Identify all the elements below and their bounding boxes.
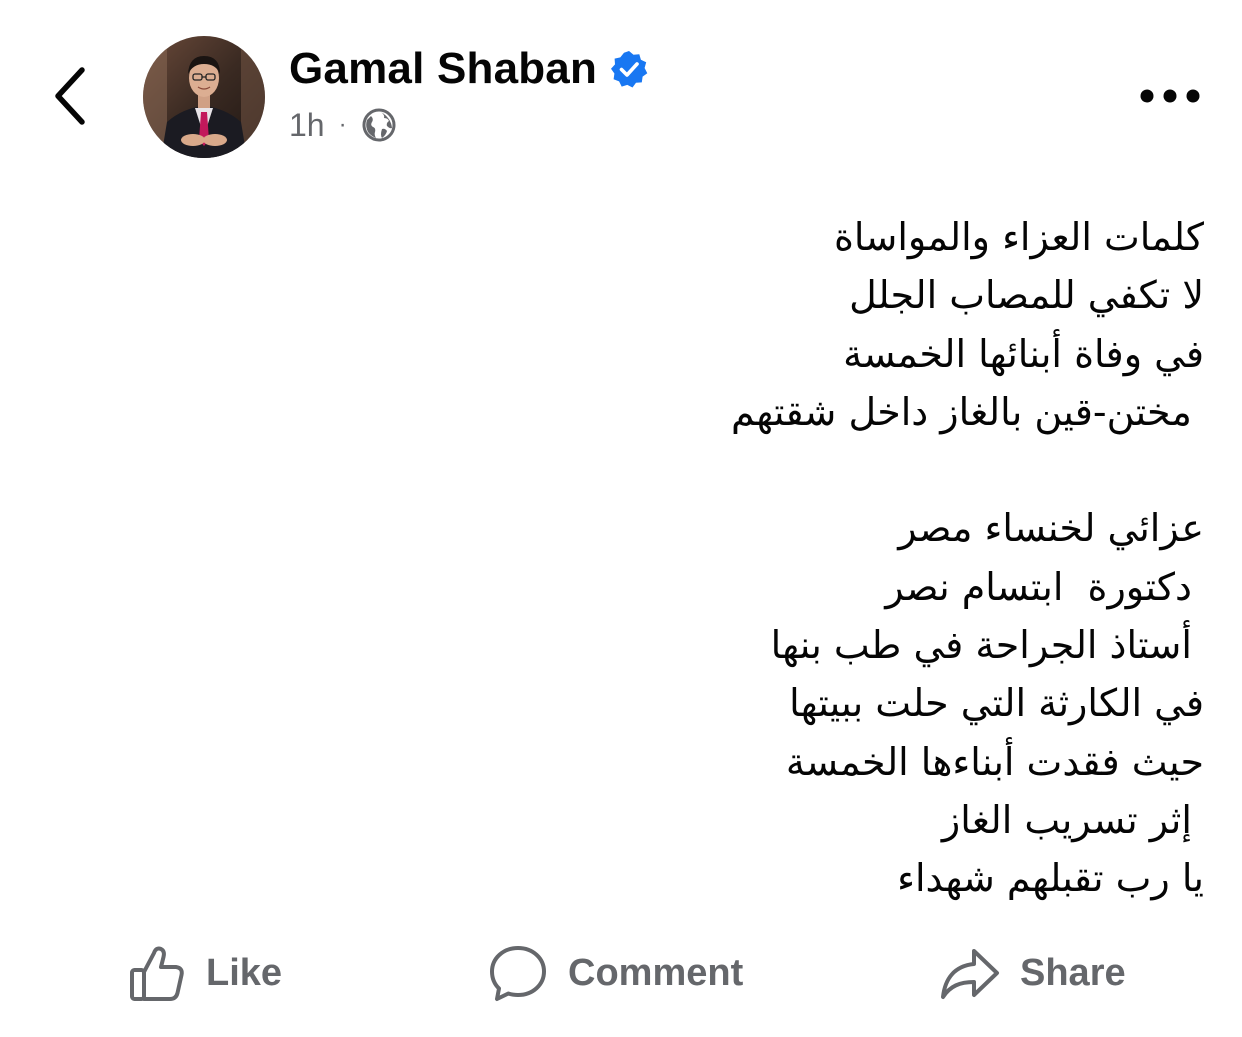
meta-separator: ·: [338, 111, 347, 138]
post-line: مختن-قين بالغاز داخل شقتهم: [731, 389, 1204, 434]
post-line: لا تكفي للمصاب الجلل: [849, 273, 1204, 318]
comment-label: Comment: [568, 951, 744, 994]
post-line: في الكارثة التي حلت ببيتها: [789, 681, 1204, 726]
post-line: أستاذ الجراحة في طب بنها: [770, 623, 1204, 668]
post-meta: 1h ·: [289, 104, 397, 146]
profile-photo: [143, 36, 265, 158]
comment-button[interactable]: Comment: [488, 936, 743, 1010]
post-timestamp[interactable]: 1h: [289, 107, 325, 144]
verified-badge-icon: [611, 51, 648, 88]
author-name[interactable]: Gamal Shaban: [289, 44, 597, 94]
post-line: حيث فقدت أبناءها الخمسة: [785, 739, 1204, 784]
globe-icon[interactable]: [361, 107, 397, 143]
post-line: إثر تسريب الغاز: [941, 797, 1204, 842]
author-name-row[interactable]: Gamal Shaban: [289, 44, 649, 94]
post-line: دكتورة ابتسام نصر: [885, 564, 1204, 609]
like-button[interactable]: Like: [128, 936, 282, 1010]
post-view: Gamal Shaban 1h · كلمات العزاء والمواساة…: [0, 0, 1242, 1037]
post-line: كلمات العزاء والمواساة: [834, 215, 1204, 259]
share-arrow-icon: [941, 949, 999, 999]
more-horizontal-icon: [1140, 89, 1200, 103]
post-text: كلمات العزاء والمواساة لا تكفي للمصاب ال…: [444, 208, 1204, 908]
share-label: Share: [1020, 951, 1126, 994]
avatar[interactable]: [143, 36, 265, 158]
back-button[interactable]: [44, 60, 100, 132]
action-bar: Like Comment Share: [0, 936, 1242, 1010]
post-line-blank: [444, 441, 1204, 499]
like-label: Like: [206, 951, 283, 994]
more-options-button[interactable]: [1130, 74, 1210, 118]
chevron-left-icon: [55, 67, 85, 125]
thumbs-up-icon: [130, 946, 184, 1001]
post-line: يا رب تقبلهم شهداء: [897, 856, 1204, 901]
post-line: عزائي لخنساء مصر: [898, 506, 1204, 551]
comment-bubble-icon: [490, 946, 546, 1001]
post-line: في وفاة أبنائها الخمسة: [843, 331, 1204, 376]
share-button[interactable]: Share: [940, 936, 1126, 1010]
